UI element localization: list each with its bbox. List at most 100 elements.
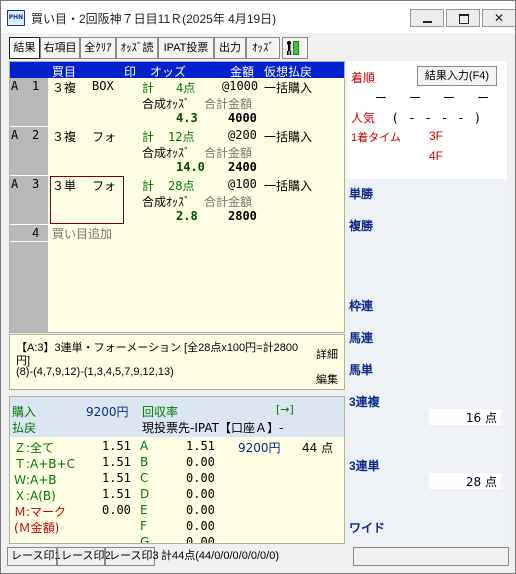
minimize-icon — [423, 21, 432, 23]
maximize-button[interactable] — [446, 9, 480, 27]
stats-panel: 購入 9200円 回収率 [→] 払戻 現投票先-IPAT【口座Ａ】- Ｚ:全て… — [9, 396, 345, 544]
minimize-button[interactable] — [410, 9, 444, 27]
clear-all-button[interactable]: 全ｸﾘｱ — [80, 37, 116, 59]
sanrentan-count-box: 28 点 — [429, 473, 501, 489]
stats-value: 1.51 — [102, 439, 131, 453]
status-bar: レース印1 レース印2 レース印3 計44点(44/0/0/0/0/0/0/0) — [1, 547, 515, 567]
umatan-label: 馬単 — [349, 363, 374, 377]
order-dash: ー — [443, 91, 456, 105]
stats-amount: 9200円 — [238, 441, 281, 455]
bulk-purchase: 一括購入 — [264, 130, 313, 144]
total-label: 合計金額 — [204, 97, 253, 111]
stats-label: Ｍ:マーク — [14, 505, 67, 519]
status-pane — [353, 547, 509, 566]
f3-label: 3F — [429, 129, 444, 143]
stats-label: (Ｍ金額) — [14, 521, 60, 535]
header-kingaku: 金額 — [230, 65, 255, 79]
info-line-1: 【A:3】3連単・フォーメーション [全28点x100円=計2800 — [16, 342, 299, 354]
bet-mode: BOX — [92, 79, 114, 93]
row-header[interactable]: A 2 — [10, 127, 48, 175]
stats-value: 0.00 — [102, 503, 131, 517]
result-tab-button[interactable]: 結果 — [9, 37, 40, 59]
bet-type: ３単 — [52, 179, 77, 193]
popularity-value: ( - - - - ) — [393, 111, 480, 125]
stats-letter: D — [140, 487, 150, 501]
purchase-label: 購入 — [12, 405, 37, 419]
first-time-label: 1着タイム — [351, 132, 401, 144]
payout-label: 払戻 — [12, 421, 37, 435]
result-input-button[interactable]: 結果入力(F4) — [417, 66, 497, 86]
stats-table: Ｚ:全て 1.51 A 1.51 9200円 44 点 Ｔ:A+B+C 1.51… — [10, 437, 344, 544]
ipat-vote-button[interactable]: IPAT投票 — [158, 37, 214, 59]
grid-header: 買目 印 オッズ 金額 仮想払戻 — [10, 62, 344, 79]
maximize-icon — [459, 14, 469, 24]
count-label: 計 — [142, 179, 155, 193]
umaren-label: 馬連 — [349, 331, 374, 345]
unit-amount: @200 — [228, 128, 257, 142]
stats-letter: A — [140, 439, 149, 453]
sanrenpuku-count: 16 点 — [465, 411, 497, 425]
stats-count: 44 点 — [302, 441, 334, 455]
row-number: 2 — [32, 128, 40, 142]
stats-label: Ｗ:A+B — [14, 473, 57, 487]
arrow-button[interactable]: [→] — [276, 403, 294, 416]
total-amount: 4000 — [228, 111, 257, 125]
add-bet-row[interactable]: 買い目追加 — [52, 225, 112, 242]
order-dash: ー — [375, 91, 388, 105]
sanrentan-label: 3連単 — [349, 459, 380, 473]
bet-count: 12点 — [168, 130, 195, 144]
detail-button[interactable]: 詳細 — [316, 346, 338, 362]
exit-button[interactable] — [282, 37, 308, 59]
synth-odds-label: 合成ｵｯｽﾞ — [142, 195, 191, 209]
title-bar: PHN 買い目・2回阪神７日目11Ｒ(2025年 4月19日) ✕ — [1, 1, 515, 33]
row-number: 3 — [32, 177, 40, 191]
stats-letter-value: 0.00 — [186, 471, 215, 485]
bulk-purchase: 一括購入 — [264, 179, 313, 193]
output-button[interactable]: 出力 — [214, 37, 246, 59]
stats-letter-value: 0.00 — [186, 503, 215, 517]
edit-button[interactable]: 編集 — [316, 371, 338, 387]
synth-odds: 14.0 — [176, 160, 205, 174]
stats-label: Ｚ:全て — [14, 441, 55, 455]
bet-count: 28点 — [168, 179, 195, 193]
read-odds-button[interactable]: ｵｯｽﾞ読 — [116, 37, 158, 59]
stats-value: 1.51 — [102, 487, 131, 501]
stats-letter-value: 0.00 — [186, 487, 215, 501]
synth-odds: 2.8 — [176, 209, 198, 223]
row-number: 1 — [32, 79, 40, 93]
stats-letter: G — [140, 535, 150, 544]
sanrenpuku-count-box: 16 点 — [429, 409, 501, 425]
info-line-3: (8)-(4,7,9,12)-(1,3,4,5,7,9,12,13) — [16, 366, 174, 378]
race-print-3-button[interactable]: レース印3 — [105, 547, 159, 566]
race-print-2-button[interactable]: レース印2 — [57, 547, 111, 566]
stats-letter: E — [140, 503, 148, 517]
stats-letter: B — [140, 455, 149, 469]
header-katame: 買目 — [52, 65, 77, 79]
unit-amount: @100 — [228, 177, 257, 191]
sanrentan-count: 28 点 — [465, 475, 497, 489]
tansho-label: 単勝 — [349, 187, 374, 201]
bet-mode: フォ — [92, 179, 117, 193]
stats-summary: 購入 9200円 回収率 [→] 払戻 現投票先-IPAT【口座Ａ】- — [10, 397, 344, 437]
race-print-1-button[interactable]: レース印1 — [7, 547, 61, 566]
window-title: 買い目・2回阪神７日目11Ｒ(2025年 4月19日) — [31, 12, 277, 26]
row-header[interactable]: A 3 — [10, 176, 48, 224]
bet-type: ３複 — [52, 81, 77, 95]
stats-value: 1.51 — [102, 471, 131, 485]
stats-letter: C — [140, 471, 149, 485]
main-window: PHN 買い目・2回阪神７日目11Ｒ(2025年 4月19日) ✕ 結果 右項目… — [0, 0, 516, 574]
purchase-value: 9200円 — [86, 405, 129, 419]
row-header[interactable]: A 1 — [10, 78, 48, 126]
right-items-button[interactable]: 右項目 — [40, 37, 80, 59]
close-button[interactable]: ✕ — [482, 9, 515, 27]
result-panel: 着順 結果入力(F4) ー ー ー ー 人気 ( - - - - ) 1着タイム… — [347, 61, 507, 544]
selection-info-panel: 【A:3】3連単・フォーメーション [全28点x100円=計2800 円] (8… — [9, 334, 345, 390]
f4-label: 4F — [429, 149, 444, 163]
total-amount: 2400 — [228, 160, 257, 174]
stats-letter-value: 1.51 — [186, 439, 215, 453]
row-header[interactable]: 4 — [10, 225, 48, 241]
stats-value: 1.51 — [102, 455, 131, 469]
total-label: 合計金額 — [204, 146, 253, 160]
app-icon: PHN — [7, 10, 25, 26]
odds-button[interactable]: ｵｯｽﾞ — [246, 37, 280, 59]
